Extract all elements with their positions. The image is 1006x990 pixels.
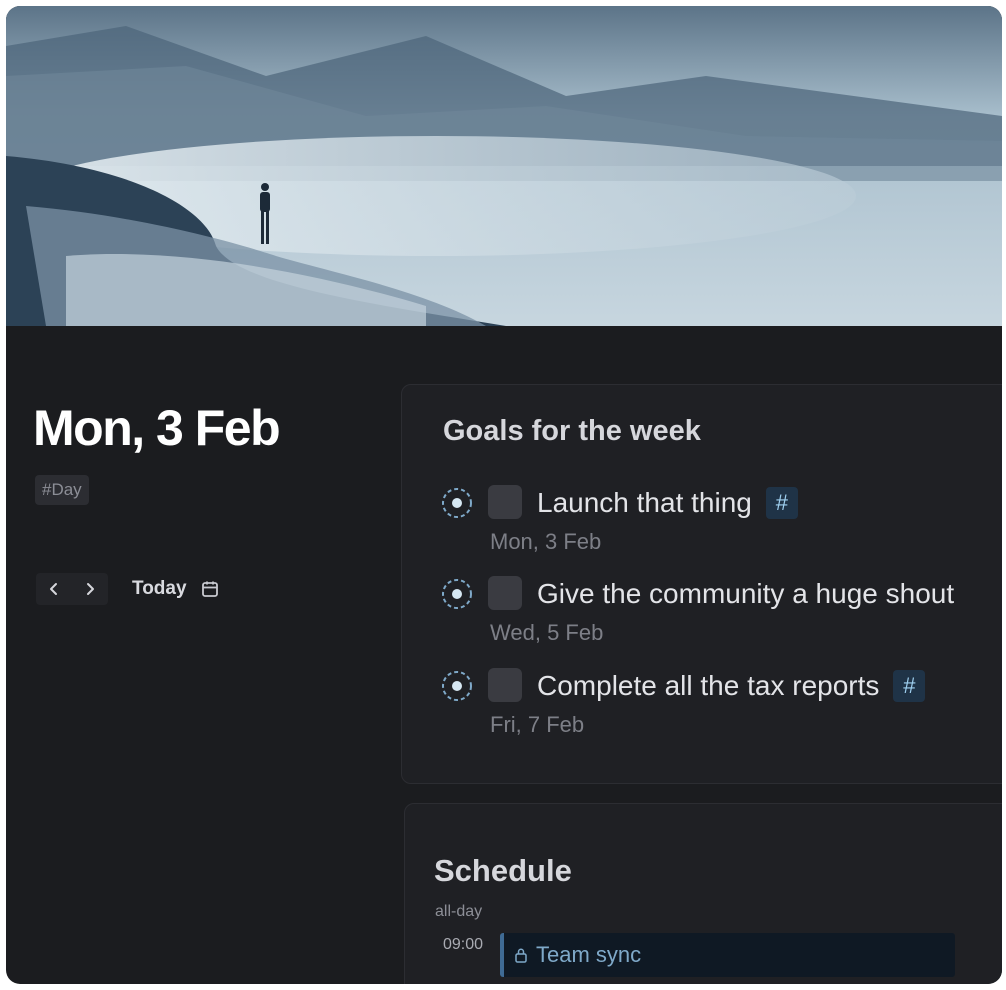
hashtag-button[interactable]: # [765, 487, 798, 519]
goal-text[interactable]: Give the community a huge shout [537, 576, 954, 612]
goal-checkbox[interactable] [488, 668, 522, 702]
cover-image [6, 6, 1002, 326]
goal-text[interactable]: Complete all the tax reports # [537, 668, 926, 704]
goal-checkbox[interactable] [488, 576, 522, 610]
goal-date: Fri, 7 Feb [490, 712, 585, 737]
goal-item: Launch that thing # Mon, 3 Feb [402, 483, 1002, 563]
schedule-card: Schedule all-day 09:00 Team sync [404, 803, 1002, 984]
day-page: Mon, 3 Feb #Day Today Goals for the week [6, 6, 1002, 984]
goal-label: Complete all the tax reports [537, 670, 880, 701]
previous-day-button[interactable] [36, 573, 72, 605]
goal-text[interactable]: Launch that thing # [537, 485, 798, 521]
goal-item: Complete all the tax reports # Fri, 7 Fe… [402, 666, 1002, 746]
goals-card: Goals for the week Launch that thing # M… [401, 384, 1002, 784]
in-progress-status-icon[interactable] [440, 669, 474, 703]
goal-checkbox[interactable] [488, 485, 522, 519]
next-day-button[interactable] [72, 573, 108, 605]
schedule-title: Schedule [434, 853, 572, 888]
in-progress-status-icon[interactable] [440, 577, 474, 611]
goal-label: Launch that thing [537, 487, 752, 518]
date-navigation: Today [36, 573, 219, 605]
event-title: Team sync [536, 942, 642, 967]
day-tag[interactable]: #Day [35, 475, 89, 505]
page-title: Mon, 3 Feb [33, 400, 281, 456]
goal-date: Mon, 3 Feb [490, 529, 602, 554]
goal-item: Give the community a huge shout Wed, 5 F… [402, 574, 1002, 654]
time-label: 09:00 [443, 936, 484, 953]
in-progress-status-icon[interactable] [440, 486, 474, 520]
hashtag-button[interactable]: # [893, 670, 926, 702]
event-team-sync[interactable]: Team sync [500, 933, 955, 977]
goal-label: Give the community a huge shout [537, 578, 955, 609]
chevron-right-icon [87, 583, 94, 595]
all-day-label: all-day [435, 903, 483, 920]
goal-date: Wed, 5 Feb [490, 620, 604, 645]
today-button[interactable]: Today [132, 578, 187, 600]
chevron-left-icon [50, 583, 57, 595]
goals-title: Goals for the week [443, 415, 701, 447]
lock-icon [515, 948, 527, 963]
calendar-icon[interactable] [201, 580, 219, 598]
